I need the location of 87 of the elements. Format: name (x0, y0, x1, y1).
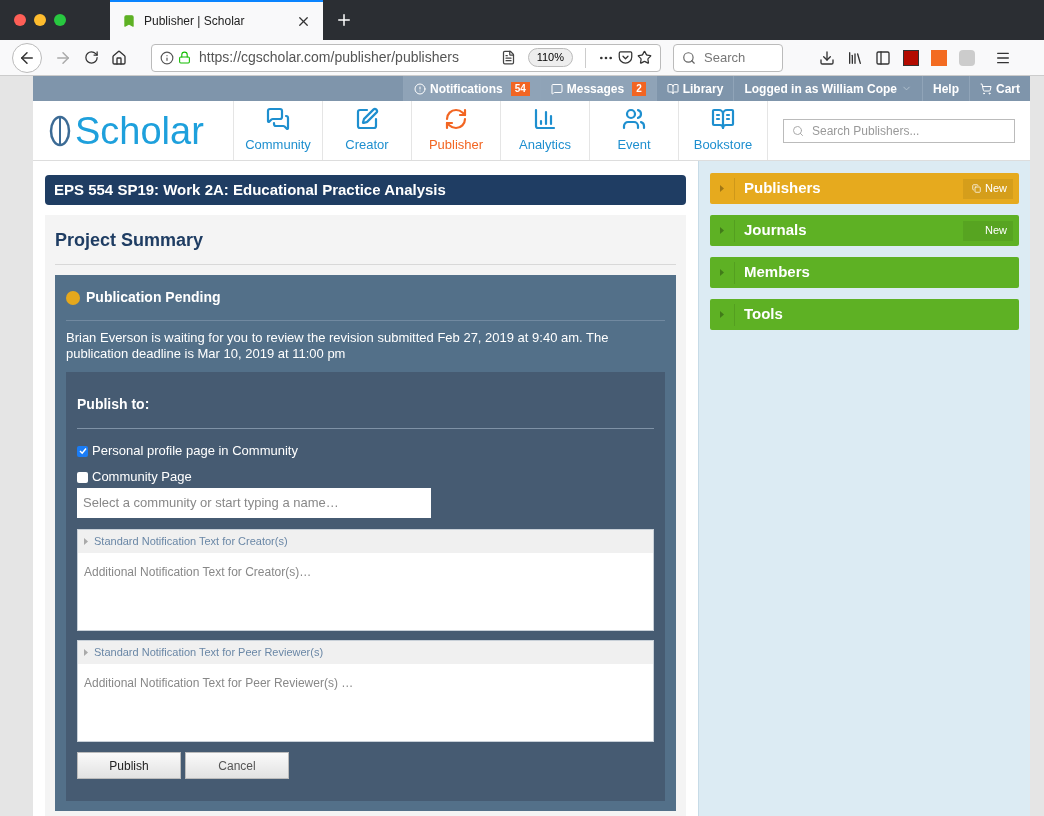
notification-header[interactable]: Standard Notification Text for Creator(s) (78, 530, 653, 553)
option-label: Community Page (92, 468, 192, 487)
new-badge[interactable]: New (963, 178, 1013, 199)
browser-search-field[interactable]: Search (673, 43, 783, 72)
count-badge: 2 (632, 81, 646, 96)
info-icon[interactable] (160, 50, 174, 65)
cart-icon (980, 82, 992, 95)
close-window-icon[interactable] (14, 14, 26, 26)
sidebar-label: Journals (744, 220, 808, 241)
logo-icon (49, 114, 71, 147)
chat-icon (550, 82, 563, 95)
new-tab-icon[interactable] (335, 11, 353, 29)
top-bar-label: Messages (566, 80, 625, 98)
search-icon (682, 50, 696, 65)
maximize-window-icon[interactable] (54, 14, 66, 26)
tab-title: Publisher | Scholar (144, 13, 246, 30)
bookmark-icon (122, 14, 136, 28)
caret-icon (720, 185, 724, 192)
minimize-window-icon[interactable] (34, 14, 46, 26)
sidebar-panel-header[interactable]: Members (710, 257, 1019, 288)
form-button[interactable]: Publish (77, 752, 181, 779)
caret-icon (720, 311, 724, 318)
reader-view-icon[interactable] (500, 50, 516, 65)
section-heading: Project Summary (55, 230, 204, 250)
bar-chart-icon (533, 106, 557, 131)
notification-textarea[interactable]: Additional Notification Text for Peer Reviewer(s) … (78, 664, 653, 741)
nav-tab[interactable]: Publisher (411, 101, 500, 160)
people-icon (622, 106, 646, 131)
caret-icon (84, 649, 88, 656)
nav-tab[interactable]: Analytics (500, 101, 589, 160)
extension-icon[interactable] (931, 49, 947, 66)
top-bar-link[interactable]: Notifications 54 (402, 76, 540, 101)
top-bar-link[interactable]: Messages 2 (539, 76, 656, 101)
project-title: EPS 554 SP19: Work 2A: Educational Practice Analysis (54, 179, 446, 200)
sidebar-icon[interactable] (875, 49, 891, 66)
caret-icon (720, 269, 724, 276)
publish-to-label: Publish to: (77, 396, 150, 412)
option-label: Personal profile page in Community (92, 442, 298, 461)
lock-icon (178, 51, 191, 64)
caret-icon (84, 538, 88, 545)
sidebar-panel-header[interactable]: Journals New (710, 215, 1019, 246)
new-badge[interactable]: New (963, 220, 1013, 241)
address-bar[interactable]: https://cgscholar.com/publisher/publishers 110% (151, 43, 661, 72)
book-icon (666, 82, 679, 95)
pdf-extension-icon[interactable] (903, 49, 919, 66)
nav-tab[interactable]: Creator (322, 101, 411, 160)
library-icon[interactable] (847, 49, 863, 66)
top-bar-label: Library (682, 80, 724, 98)
reload-icon[interactable] (84, 50, 99, 65)
sidebar-panel-header[interactable]: Publishers New (710, 173, 1019, 204)
nav-tab[interactable]: Event (589, 101, 678, 160)
search-icon (792, 124, 804, 137)
top-bar-label: Notifications (429, 80, 503, 98)
notification-header[interactable]: Standard Notification Text for Peer Reviewer(s) (78, 641, 653, 664)
top-bar-label: Logged in as William Cope (744, 80, 897, 98)
browser-tab[interactable]: Publisher | Scholar (110, 0, 323, 40)
sidebar-label: Publishers (744, 178, 822, 199)
sidebar-label: Tools (744, 304, 784, 325)
book-icon (711, 106, 735, 131)
form-button[interactable]: Cancel (185, 752, 289, 779)
status-message: Brian Everson is waiting for you to review the revision submitted Feb 27, 2019 at 9:40 am. The publication deadline is Mar 10, 2019 at 11:00 pm (66, 330, 610, 362)
star-icon[interactable] (637, 50, 652, 65)
home-icon[interactable] (111, 49, 127, 66)
pocket-icon[interactable] (618, 50, 633, 65)
nav-tab[interactable]: Community (233, 101, 322, 160)
download-icon[interactable] (819, 49, 835, 66)
sidebar-label: Members (744, 262, 811, 283)
community-field[interactable]: Select a community or start typing a name… (77, 488, 431, 518)
count-badge: 54 (510, 81, 530, 96)
notification-textarea[interactable]: Additional Notification Text for Creator(s)… (78, 553, 653, 630)
logo-text: Scholar (75, 111, 204, 150)
status-label: Publication Pending (86, 288, 221, 307)
top-bar-label: Help (932, 80, 959, 98)
copy-icon (972, 184, 981, 193)
pencil-square-icon (355, 106, 379, 131)
nav-tab[interactable]: Bookstore (678, 101, 767, 160)
back-button[interactable] (12, 42, 42, 73)
publisher-search-field[interactable]: Search Publishers... (783, 118, 1015, 143)
checkbox[interactable] (77, 471, 88, 483)
chat-bubbles-icon (266, 106, 290, 131)
checkbox[interactable] (77, 445, 88, 457)
url-text: https://cgscholar.com/publisher/publishers (199, 48, 460, 67)
top-bar-label: Cart (996, 80, 1020, 98)
sidebar-panel-header[interactable]: Tools (710, 299, 1019, 330)
caret-icon (720, 227, 724, 234)
zoom-level[interactable]: 110% (527, 48, 573, 67)
alert-icon (413, 82, 426, 95)
